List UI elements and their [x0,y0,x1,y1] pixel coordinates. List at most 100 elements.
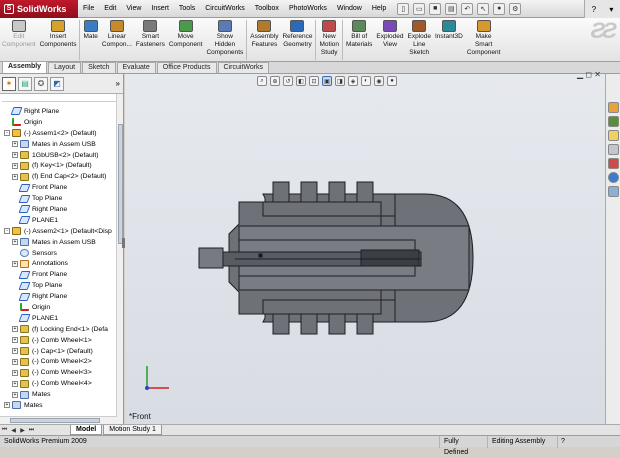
expand-icon[interactable]: + [12,260,18,267]
tree-item[interactable]: Top Plane [0,193,118,204]
tab-office-products[interactable]: Office Products [156,62,217,73]
tree-item[interactable]: + (-) Comb Wheel<2> [0,356,118,367]
appearances-icon[interactable] [607,172,619,183]
instant3d-button[interactable]: Instant3D [433,18,465,62]
expand-icon[interactable]: + [12,152,18,158]
rebuild-icon[interactable]: ● [493,2,506,15]
feature-tree-tab-icon[interactable]: ✶ [2,76,16,91]
prev-tab-icon[interactable]: ◀ [9,426,18,435]
tree-item[interactable]: + (-) Comb Wheel<1> [0,335,118,346]
expand-icon[interactable]: + [12,369,18,376]
tab-circuitworks[interactable]: CircuitWorks [217,62,270,73]
status-help-icon[interactable]: ? [558,438,568,445]
tree-item[interactable]: Right Plane [0,291,118,302]
select-pointer-icon[interactable]: ↖ [477,2,490,15]
tree-hscroll-thumb[interactable] [10,418,100,423]
property-manager-tab-icon[interactable]: ▤ [18,76,32,91]
solidworks-resources-icon[interactable] [607,102,619,113]
expand-pane-icon[interactable]: » [116,79,120,88]
exploded-view-button[interactable]: Exploded View [374,18,405,62]
custom-properties-icon[interactable] [607,186,619,197]
tree-item[interactable]: Origin [0,117,118,128]
tab-layout[interactable]: Layout [48,62,82,73]
menu-item-file[interactable]: File [78,5,99,12]
tree-vertical-scrollbar[interactable] [116,94,123,424]
design-library-icon[interactable] [607,116,619,127]
tree-item[interactable]: + Mates [0,389,118,400]
menu-item-edit[interactable]: Edit [99,5,121,12]
expand-icon[interactable]: + [12,326,18,333]
linear-compon-button[interactable]: Linear Compon... [100,18,134,62]
tab-evaluate[interactable]: Evaluate [116,62,156,73]
tree-item[interactable]: + (-) Cap<1> (Default) [0,346,118,357]
expand-icon[interactable]: + [12,337,18,344]
move-component-button[interactable]: Move Component [167,18,205,62]
display-manager-tab-icon[interactable]: ◩ [50,76,64,91]
tab-motion-study[interactable]: Motion Study 1 [103,425,162,435]
save-icon[interactable]: ■ [429,2,442,15]
expand-icon[interactable]: + [12,380,18,387]
tree-item[interactable]: - (-) Assem2<1> (Default<Disp [0,226,118,237]
tree-item[interactable]: + (f) End Cap<2> (Default) [0,171,118,182]
print-icon[interactable]: ▤ [445,2,458,15]
tree-item[interactable]: + Mates [0,400,118,411]
tab-model[interactable]: Model [70,425,103,435]
new-motion-study-button[interactable]: New Motion Study [317,18,341,62]
menu-item-circuitworks[interactable]: CircuitWorks [200,5,250,12]
tree-item[interactable]: + Mates in Assem USB [0,139,118,150]
tree-item[interactable]: Top Plane [0,280,118,291]
tree-item[interactable]: +1GbUSB<2> (Default) [0,150,118,161]
menu-item-window[interactable]: Window [332,5,367,12]
menu-item-toolbox[interactable]: Toolbox [250,5,284,12]
expand-icon[interactable]: + [4,402,10,409]
mate-button[interactable]: Mate [81,18,99,62]
insert-components-button[interactable]: Insert Components [38,18,79,62]
reference-geometry-button[interactable]: Reference Geometry [280,18,314,62]
help-icon[interactable]: ? [592,5,596,14]
menu-item-insert[interactable]: Insert [146,5,174,12]
tree-item[interactable]: + (-) Comb Wheel<4> [0,378,118,389]
options-icon[interactable]: ⚙ [509,2,522,15]
tree-item[interactable]: - (-) Assem1<2> (Default) [0,128,118,139]
menu-item-view[interactable]: View [121,5,146,12]
collapse-icon[interactable]: - [4,130,10,137]
tree-scroll-thumb[interactable] [118,124,123,244]
expand-icon[interactable]: + [12,162,18,169]
search-icon[interactable] [607,144,619,155]
menu-item-help[interactable]: Help [367,5,391,12]
last-tab-icon[interactable]: ⏭ [27,426,36,435]
collapse-icon[interactable]: - [4,228,10,235]
tree-item[interactable]: Front Plane [0,269,118,280]
file-explorer-icon[interactable] [607,130,619,141]
first-tab-icon[interactable]: ⏮ [0,426,9,435]
tree-item[interactable]: Origin [0,302,118,313]
menu-item-tools[interactable]: Tools [174,5,200,12]
undo-icon[interactable]: ↶ [461,2,474,15]
tree-item[interactable]: Sensors [0,248,118,259]
tab-sketch[interactable]: Sketch [82,62,116,73]
graphics-viewport[interactable]: ⌕ ⊕ ↺ ◧ ⊡ ▣ ◨ ◈ ◐ ◉ ● ▁ ◻ ✕ *Front [125,70,605,424]
window-menu-icon[interactable]: ▾ [609,5,613,14]
show-hidden-components-button[interactable]: Show Hidden Components [204,18,245,62]
tree-item[interactable]: + Mates in Assem USB [0,237,118,248]
tree-item[interactable]: + Annotations [0,258,118,269]
configuration-tab-icon[interactable]: ✪ [34,76,48,91]
expand-icon[interactable]: + [12,348,18,355]
view-palette-icon[interactable] [607,158,619,169]
tree-filter[interactable] [2,94,121,102]
explode-line-sketch-button[interactable]: Explode Line Sketch [405,18,433,62]
tree-item[interactable]: PLANE1 [0,313,118,324]
tree-item[interactable]: + (f) Locking End<1> (Defa [0,324,118,335]
tree-item[interactable]: + (-) Comb Wheel<3> [0,367,118,378]
tree-item[interactable]: Right Plane [0,106,118,117]
tab-assembly[interactable]: Assembly [2,61,48,73]
expand-icon[interactable]: + [12,239,18,246]
expand-icon[interactable]: + [12,358,18,365]
tree-horizontal-scrollbar[interactable] [0,416,117,424]
expand-icon[interactable]: + [12,391,18,398]
expand-icon[interactable]: + [12,141,18,148]
new-document-icon[interactable]: ▯ [397,2,410,15]
tree-item[interactable]: PLANE1 [0,215,118,226]
smart-fasteners-button[interactable]: Smart Fasteners [134,18,167,62]
open-folder-icon[interactable]: ▭ [413,2,426,15]
